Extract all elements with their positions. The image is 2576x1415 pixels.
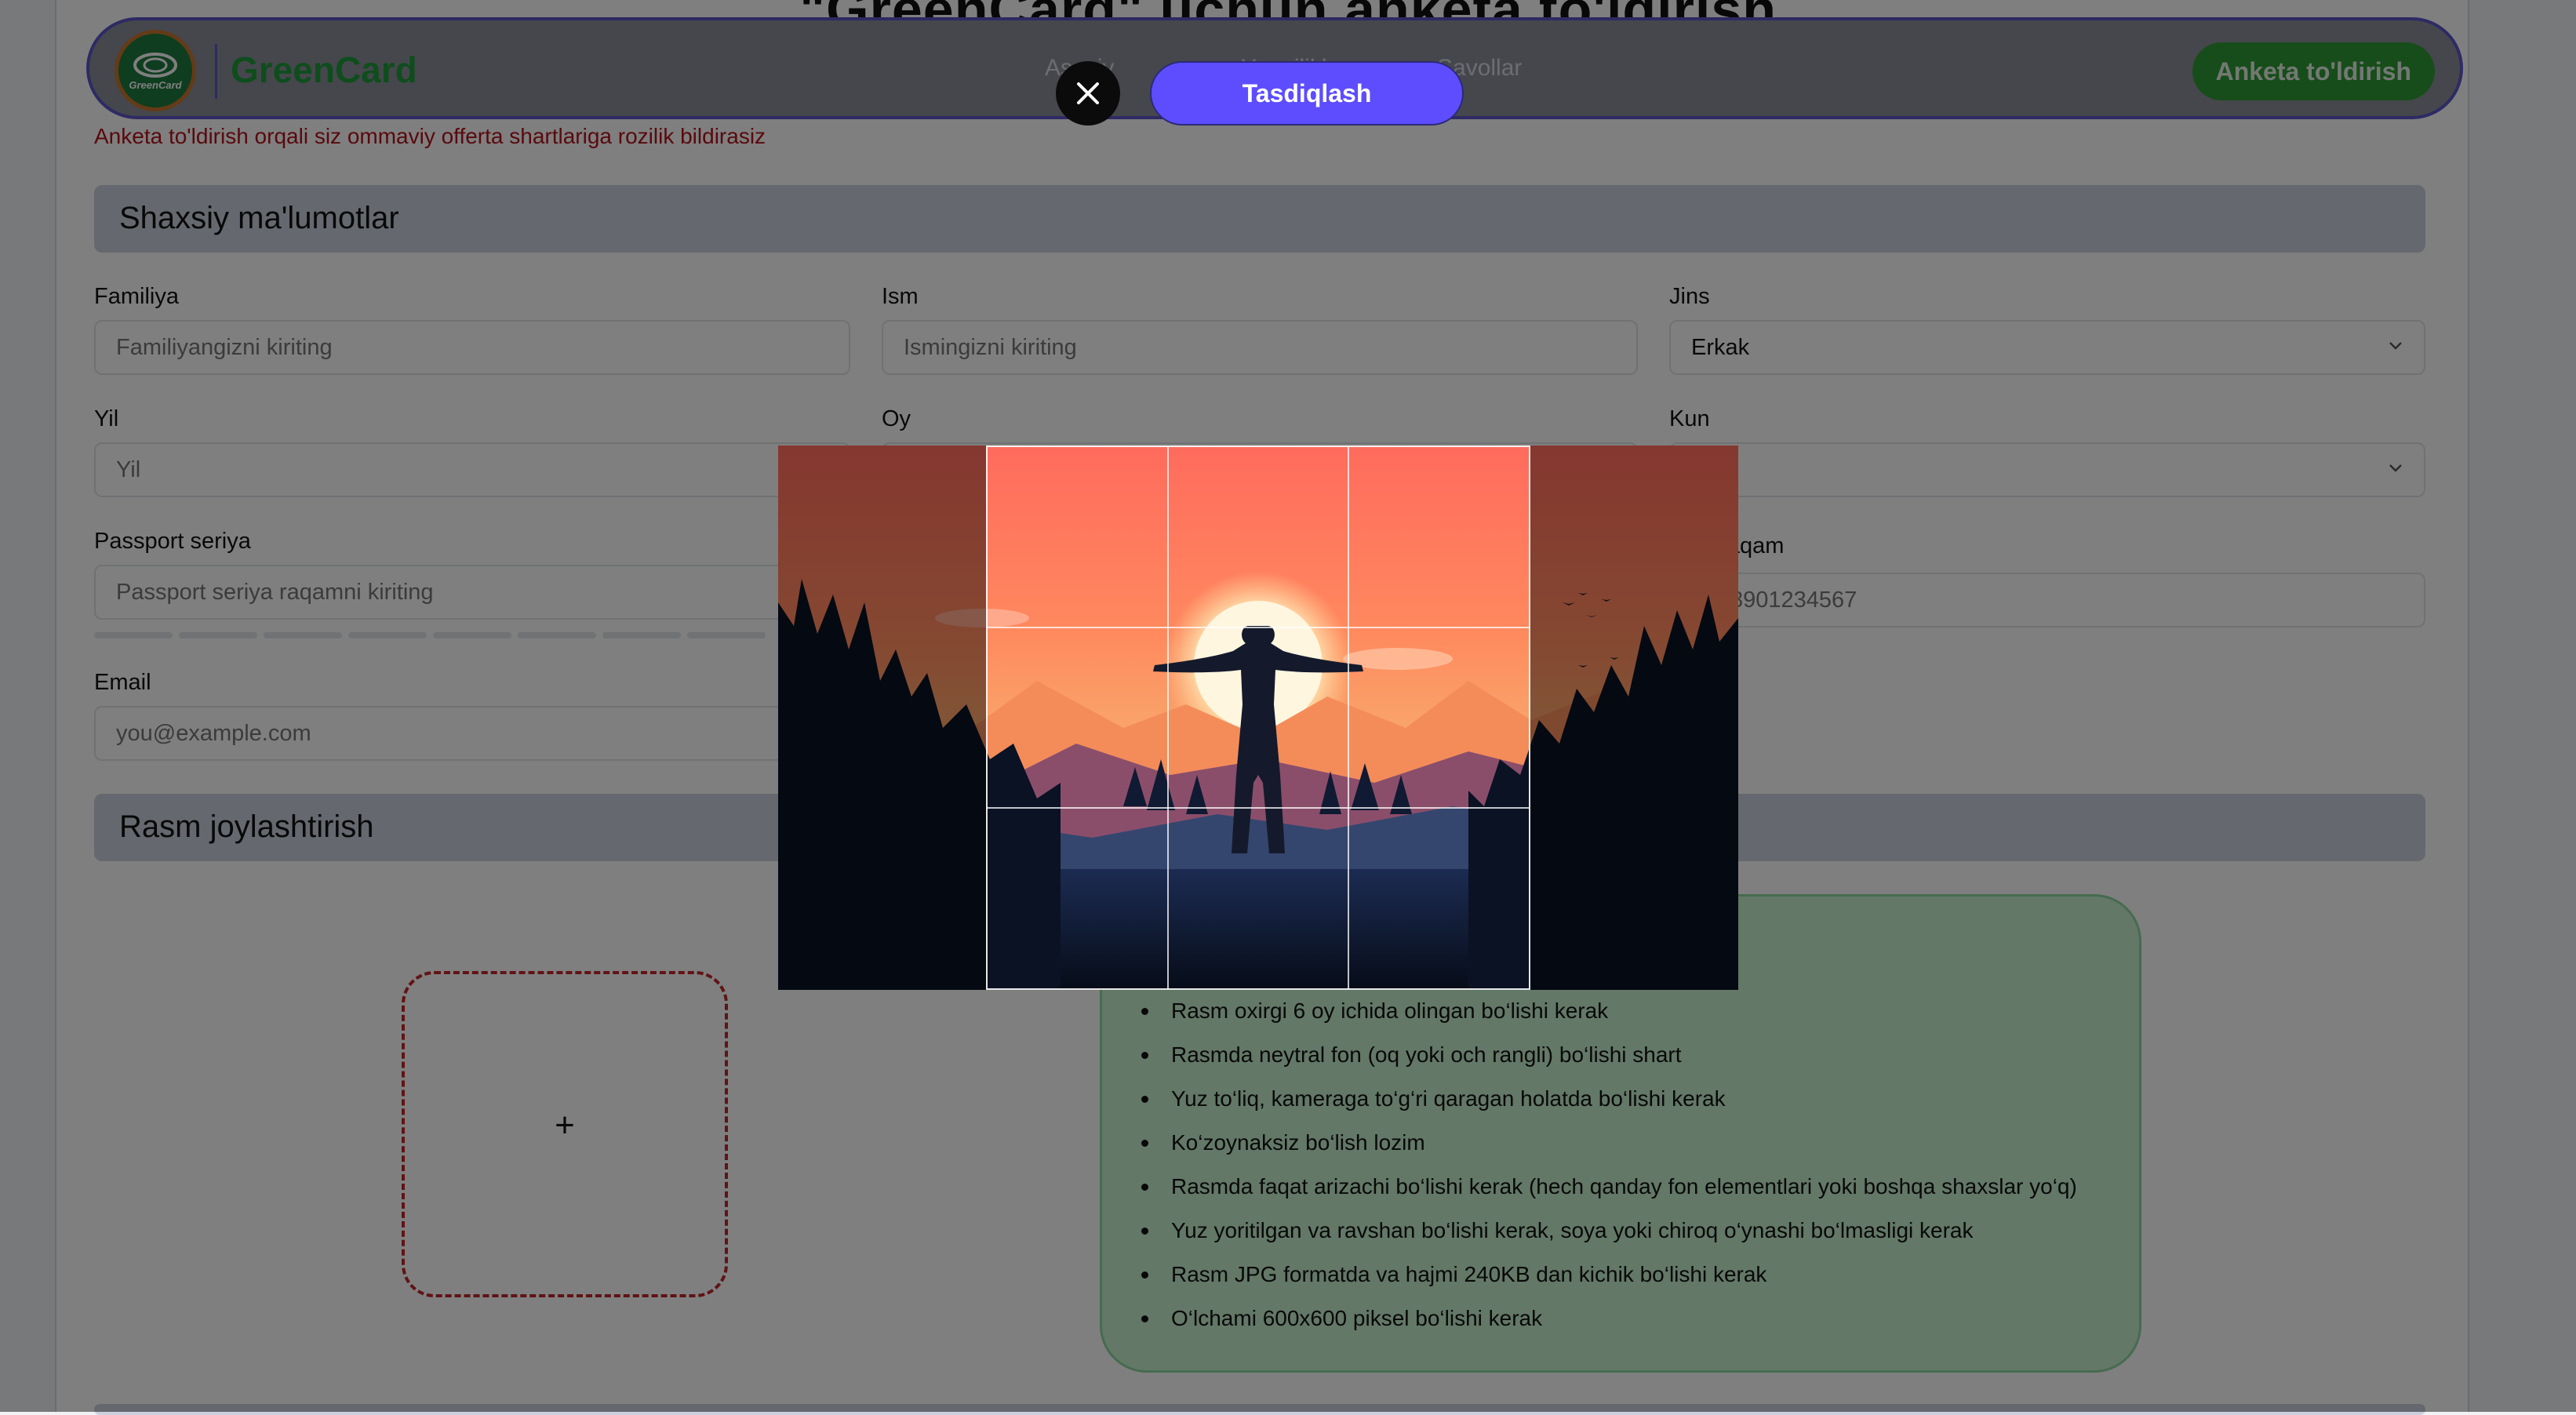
crop-mask-right bbox=[1530, 446, 1738, 990]
close-modal-button[interactable] bbox=[1056, 61, 1120, 125]
confirm-crop-button[interactable]: Tasdiqlash bbox=[1150, 61, 1464, 125]
image-cropper[interactable] bbox=[778, 446, 1738, 990]
crop-mask-left bbox=[778, 446, 987, 990]
close-icon bbox=[1077, 82, 1099, 104]
